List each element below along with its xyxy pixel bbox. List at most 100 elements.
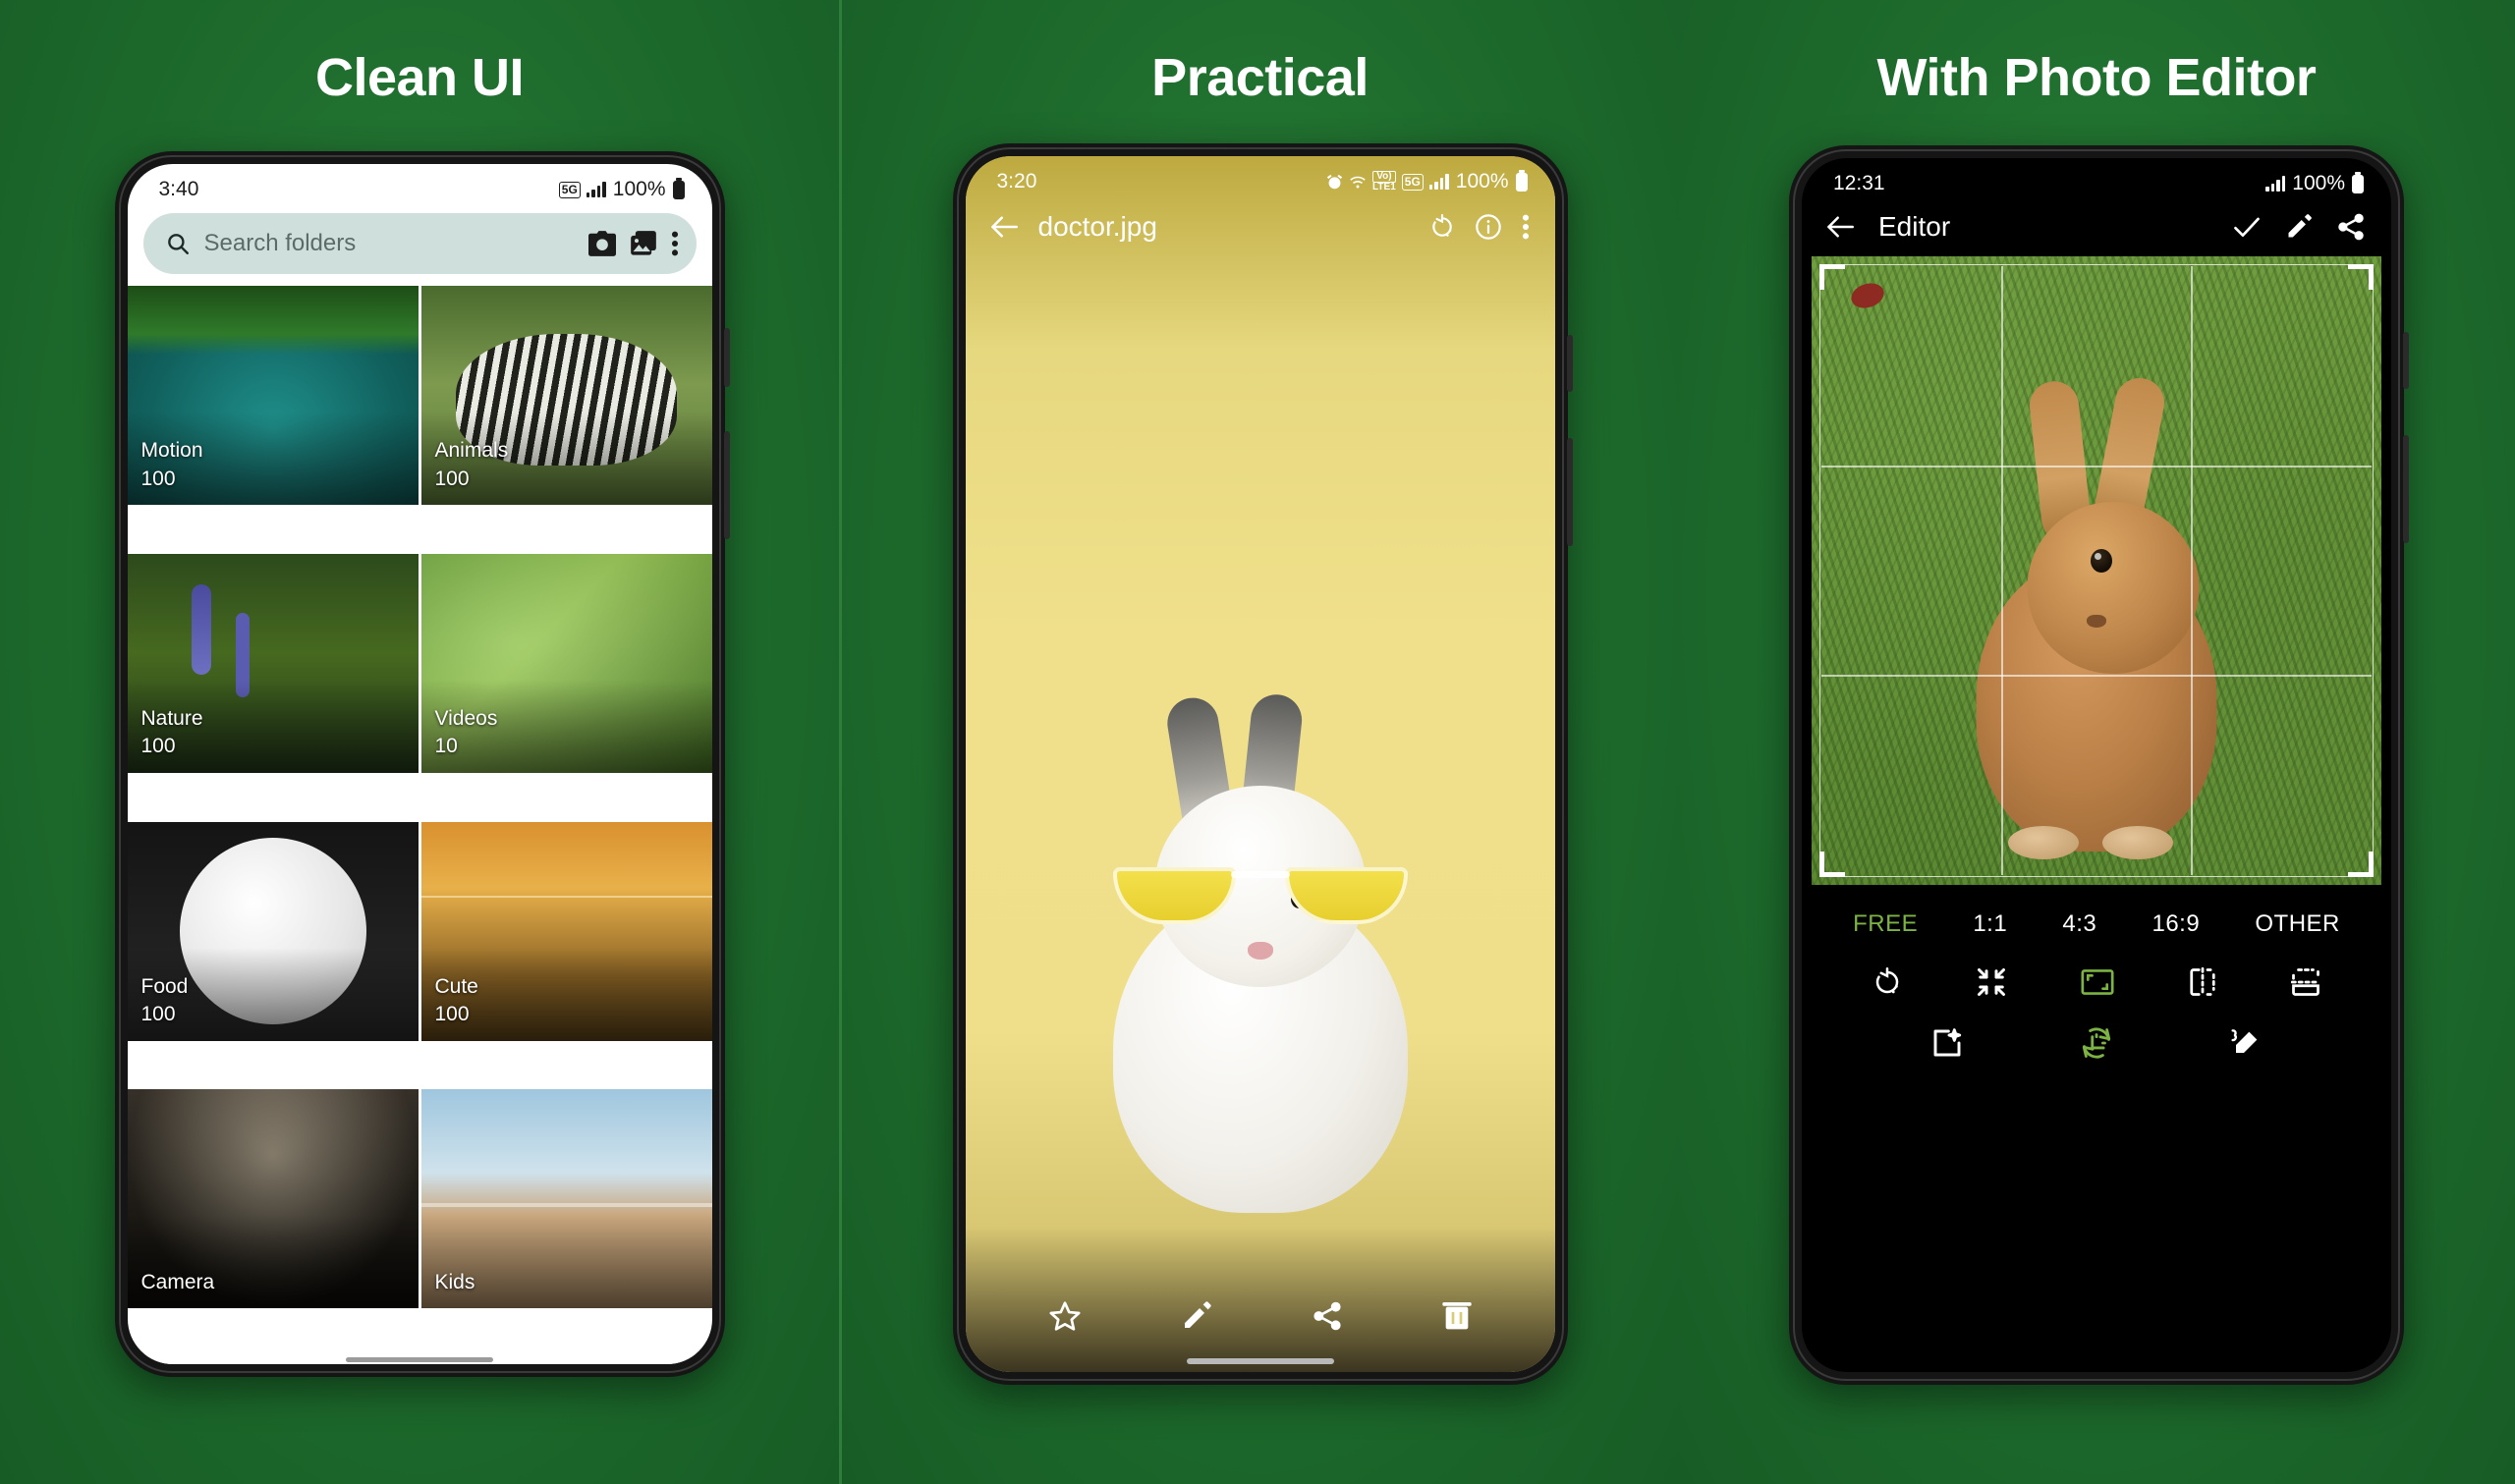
network-5g-icon: 5G — [1401, 173, 1424, 191]
phone-screen-3: 12:31 100% Editor FREE 1:1 4:3 16:9 OTHE… — [1802, 158, 2391, 1372]
folder-count: 10 — [434, 735, 458, 758]
pencil-icon[interactable] — [1181, 1300, 1212, 1332]
search-bar[interactable]: Search folders — [142, 213, 697, 274]
aspect-ratio-row: FREE 1:1 4:3 16:9 OTHER — [1802, 885, 2391, 958]
signal-icon — [2265, 176, 2286, 192]
folder-meta: Motion 100 — [141, 437, 203, 493]
ratio-option-16-9[interactable]: 16:9 — [2152, 910, 2200, 938]
shrink-icon[interactable] — [1977, 967, 2006, 997]
folder-cell[interactable]: Kids — [420, 1089, 712, 1309]
panel-title-1: Clean UI — [314, 48, 525, 107]
panel-title-3: With Photo Editor — [1876, 48, 2317, 107]
folder-name: Camera — [140, 1270, 215, 1293]
photo-editor-app: 12:31 100% Editor FREE 1:1 4:3 16:9 OTHE… — [1802, 158, 2391, 1372]
phone-screen-2: 3:20 Vo) LTE1 5G 100% doctor.jpg — [965, 156, 1555, 1372]
folder-name: Motion — [140, 439, 203, 463]
ratio-option-free[interactable]: FREE — [1853, 910, 1918, 938]
crop-rotate-icon[interactable] — [2080, 1026, 2113, 1060]
signal-icon — [586, 182, 606, 197]
search-input[interactable]: Search folders — [204, 230, 575, 257]
more-vert-icon[interactable] — [671, 230, 679, 257]
ratio-option-other[interactable]: OTHER — [2255, 910, 2340, 938]
rabbit-foot-left — [2008, 826, 2079, 859]
volte-icon: Vo) LTE1 — [1372, 170, 1396, 192]
status-bar-3: 12:31 100% — [1802, 158, 2391, 201]
editor-app-bar: Editor — [1802, 201, 2391, 256]
viewer-app-bar: doctor.jpg — [966, 199, 1555, 252]
rotate-icon[interactable] — [1429, 214, 1455, 240]
folder-cell[interactable]: Food 100 — [127, 821, 419, 1041]
alarm-icon — [1326, 174, 1343, 191]
phone-side-button — [1566, 335, 1573, 392]
battery-percent: 100% — [1455, 170, 1509, 192]
phone-side-button — [2403, 332, 2409, 389]
aspect-ratio-icon[interactable] — [2081, 968, 2114, 996]
search-icon — [165, 231, 191, 256]
phone-side-button — [2403, 435, 2409, 543]
gallery-icon[interactable] — [630, 230, 657, 257]
status-bar-1: 3:40 5G 100% — [128, 164, 712, 207]
folder-name: Nature — [140, 707, 203, 731]
editor-tool-row — [1802, 958, 2391, 1011]
magic-wand-icon[interactable] — [1931, 1027, 1963, 1059]
rabbit-photo — [1098, 624, 1423, 1213]
editor-title: Editor — [1878, 211, 1951, 242]
sunglasses — [1112, 867, 1408, 928]
folder-name: Videos — [434, 707, 498, 731]
folder-cell[interactable]: Animals 100 — [420, 286, 712, 505]
rabbit-nose — [2087, 615, 2106, 628]
signal-icon — [1428, 174, 1449, 190]
folder-cell[interactable]: Nature 100 — [127, 553, 419, 773]
folder-grid: Motion 100 Animals 100 Nature 100 Videos… — [127, 286, 712, 1354]
draw-icon[interactable] — [2230, 1027, 2262, 1059]
more-vert-icon[interactable] — [1522, 213, 1530, 241]
phone-side-button — [723, 328, 730, 387]
sunglasses-lens-left — [1112, 867, 1236, 924]
folder-meta: Videos 10 — [435, 705, 498, 761]
folder-count: 100 — [140, 735, 176, 758]
pencil-icon[interactable] — [2285, 213, 2313, 241]
back-arrow-icon[interactable] — [1825, 214, 1855, 240]
share-icon[interactable] — [1312, 1300, 1343, 1332]
folder-cell[interactable]: Videos 10 — [420, 553, 712, 773]
sunglasses-bridge — [1230, 871, 1290, 878]
back-arrow-icon[interactable] — [989, 214, 1019, 240]
trash-icon[interactable] — [1442, 1300, 1472, 1332]
phone-mockup-1: 3:40 5G 100% Search folders Motion 100 A… — [114, 151, 730, 1377]
folder-cell[interactable]: Cute 100 — [420, 821, 712, 1041]
flip-v-icon[interactable] — [2291, 968, 2320, 996]
folder-count: 100 — [434, 467, 470, 490]
ratio-option-1-1[interactable]: 1:1 — [1973, 910, 2007, 938]
share-icon[interactable] — [2336, 212, 2366, 242]
editor-canvas[interactable] — [1812, 256, 2381, 885]
panel-title-2: Practical — [1151, 48, 1369, 107]
ratio-option-4-3[interactable]: 4:3 — [2062, 910, 2096, 938]
star-icon[interactable] — [1048, 1299, 1082, 1333]
flip-h-icon[interactable] — [2189, 967, 2216, 997]
panel-practical: Practical 3:20 Vo) LTE1 5G 100% doctor.j… — [839, 0, 1678, 1484]
folder-cell[interactable]: Motion 100 — [127, 286, 419, 505]
info-icon[interactable] — [1475, 213, 1502, 241]
rabbit-foot-right — [2102, 826, 2173, 859]
battery-icon — [2352, 174, 2364, 193]
folder-name: Food — [140, 974, 189, 998]
status-time: 12:31 — [1833, 172, 1885, 194]
navigation-hint-bar — [127, 1354, 712, 1364]
rotate-icon[interactable] — [1872, 967, 1902, 997]
folder-meta: Cute 100 — [435, 973, 478, 1029]
folder-gallery-app: 3:40 5G 100% Search folders Motion 100 A… — [127, 164, 712, 1364]
sunglasses-lens-right — [1284, 867, 1408, 924]
battery-percent: 100% — [2292, 172, 2345, 194]
rabbit-head — [2027, 502, 2200, 674]
folder-cell[interactable]: Camera — [127, 1089, 419, 1309]
camera-icon[interactable] — [587, 231, 616, 256]
folder-meta: Food 100 — [141, 973, 189, 1029]
folder-name: Cute — [434, 974, 478, 998]
folder-meta: Kids — [435, 1269, 475, 1296]
check-icon[interactable] — [2232, 213, 2262, 241]
navigation-hint-bar — [966, 1347, 1555, 1372]
panel-photo-editor: With Photo Editor 12:31 100% Editor FREE… — [1678, 0, 2515, 1484]
status-bar-2: 3:20 Vo) LTE1 5G 100% — [966, 156, 1555, 199]
editor-mode-row — [1802, 1011, 2391, 1070]
network-5g-icon: 5G — [558, 181, 581, 198]
